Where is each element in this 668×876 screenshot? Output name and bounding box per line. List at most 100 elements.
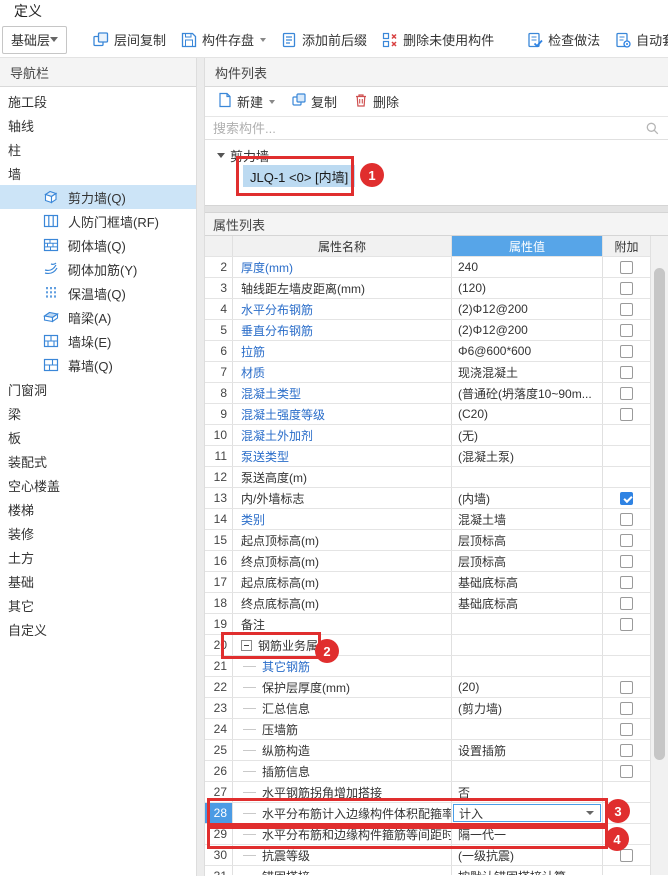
property-row[interactable]: 30 抗震等级 (一级抗震) [205, 845, 650, 866]
value-dropdown[interactable]: 计入 [453, 804, 601, 822]
sidebar-item[interactable]: 轴线 [0, 113, 196, 137]
attach-checkbox[interactable] [620, 554, 633, 568]
property-value-cell[interactable]: (2)Φ12@200 [452, 299, 603, 319]
sidebar-item[interactable]: 梁 [0, 401, 196, 425]
property-value-cell[interactable]: 计入 [452, 803, 603, 823]
sidebar-item[interactable]: 其它 [0, 593, 196, 617]
property-row[interactable]: 20 钢筋业务属性 [205, 635, 650, 656]
property-row[interactable]: 24 压墙筋 [205, 719, 650, 740]
property-value-cell[interactable]: 现浇混凝土 [452, 362, 603, 382]
attach-checkbox[interactable] [620, 533, 633, 547]
property-value-cell[interactable]: (无) [452, 425, 603, 445]
property-value-cell[interactable]: 层顶标高 [452, 530, 603, 550]
property-value-cell[interactable]: (内墙) [452, 488, 603, 508]
collapse-icon[interactable] [241, 639, 252, 651]
property-value-cell[interactable]: (20) [452, 677, 603, 697]
attach-checkbox[interactable] [620, 302, 633, 316]
attach-checkbox[interactable] [620, 701, 633, 715]
sidebar-item[interactable]: 施工段 [0, 89, 196, 113]
property-value-cell[interactable]: 设置插筋 [452, 740, 603, 760]
check-method-button[interactable]: 检查做法 [519, 25, 607, 55]
property-row[interactable]: 29 水平分布筋和边缘构件箍筋等间距时 隔一代一 [205, 824, 650, 845]
tree-group-shear-wall[interactable]: 剪力墙 [217, 146, 269, 165]
property-row[interactable]: 26 插筋信息 [205, 761, 650, 782]
property-value-cell[interactable]: (一级抗震) [452, 845, 603, 865]
attach-checkbox[interactable] [620, 680, 633, 694]
property-row[interactable]: 10 混凝土外加剂 (无) [205, 425, 650, 446]
property-value-cell[interactable]: Φ6@600*600 [452, 341, 603, 361]
sidebar-item[interactable]: 装配式 [0, 449, 196, 473]
auto-scheme-button[interactable]: 自动套方案维护 [607, 25, 668, 55]
property-row[interactable]: 18 终点底标高(m) 基础底标高 [205, 593, 650, 614]
search-input[interactable] [205, 117, 668, 139]
sidebar-item[interactable]: 门窗洞 [0, 377, 196, 401]
property-row[interactable]: 4 水平分布钢筋 (2)Φ12@200 [205, 299, 650, 320]
property-row[interactable]: 28 水平分布筋计入边缘构件体积配箍率 计入 [205, 803, 650, 824]
attach-checkbox[interactable] [620, 407, 633, 421]
property-value-cell[interactable]: (普通砼(坍落度10~90m... [452, 383, 603, 403]
property-value-cell[interactable] [452, 635, 603, 655]
attach-checkbox[interactable] [620, 575, 633, 589]
property-value-cell[interactable]: 基础底标高 [452, 593, 603, 613]
attach-checkbox[interactable] [620, 260, 633, 274]
property-row[interactable]: 19 备注 [205, 614, 650, 635]
sidebar-item[interactable]: 板 [0, 425, 196, 449]
attach-checkbox[interactable] [620, 617, 633, 631]
property-value-cell[interactable]: 按默认锚固搭接计算 [452, 866, 603, 875]
sidebar-item[interactable]: 柱 [0, 137, 196, 161]
property-row[interactable]: 12 泵送高度(m) [205, 467, 650, 488]
property-value-cell[interactable] [452, 467, 603, 487]
attach-checkbox[interactable] [620, 323, 633, 337]
property-row[interactable]: 11 泵送类型 (混凝土泵) [205, 446, 650, 467]
property-row[interactable]: 22 保护层厚度(mm) (20) [205, 677, 650, 698]
sidebar-item[interactable]: 装修 [0, 521, 196, 545]
property-value-cell[interactable]: 基础底标高 [452, 572, 603, 592]
new-component-button[interactable]: 新建 [209, 88, 283, 116]
attach-checkbox[interactable] [620, 764, 633, 778]
attach-checkbox[interactable] [620, 344, 633, 358]
attach-checkbox[interactable] [620, 596, 633, 610]
tree-expand-icon[interactable] [217, 153, 225, 158]
add-prefix-suffix-button[interactable]: 添加前后缀 [273, 25, 374, 55]
sidebar-item[interactable]: 幕墙(Q) [0, 353, 196, 377]
sidebar-item[interactable]: 楼梯 [0, 497, 196, 521]
property-value-cell[interactable]: 层顶标高 [452, 551, 603, 571]
property-value-cell[interactable]: (120) [452, 278, 603, 298]
sidebar-item[interactable]: 保温墙(Q) [0, 281, 196, 305]
property-row[interactable]: 8 混凝土类型 (普通砼(坍落度10~90m... [205, 383, 650, 404]
attach-checkbox[interactable] [620, 512, 633, 526]
attach-checkbox[interactable] [620, 722, 633, 736]
property-value-cell[interactable]: 否 [452, 782, 603, 802]
scrollbar-track[interactable] [650, 236, 668, 875]
attach-checkbox[interactable] [620, 848, 633, 862]
property-row[interactable]: 5 垂直分布钢筋 (2)Φ12@200 [205, 320, 650, 341]
property-row[interactable]: 15 起点顶标高(m) 层顶标高 [205, 530, 650, 551]
attach-checkbox[interactable] [620, 365, 633, 379]
property-row[interactable]: 31 锚固搭接 按默认锚固搭接计算 [205, 866, 650, 875]
sidebar-item[interactable]: 空心楼盖 [0, 473, 196, 497]
sidebar-item[interactable]: 基础 [0, 569, 196, 593]
property-value-cell[interactable]: (C20) [452, 404, 603, 424]
property-row[interactable]: 25 纵筋构造 设置插筋 [205, 740, 650, 761]
sidebar-item[interactable]: 自定义 [0, 617, 196, 641]
horizontal-splitter[interactable] [205, 205, 668, 213]
property-row[interactable]: 16 终点顶标高(m) 层顶标高 [205, 551, 650, 572]
property-row[interactable]: 2 厚度(mm) 240 [205, 257, 650, 278]
property-value-cell[interactable] [452, 761, 603, 781]
sidebar-item[interactable]: 砌体墙(Q) [0, 233, 196, 257]
delete-component-button[interactable]: 删除 [345, 88, 407, 116]
property-value-cell[interactable]: (混凝土泵) [452, 446, 603, 466]
property-value-cell[interactable]: 240 [452, 257, 603, 277]
property-value-cell[interactable] [452, 614, 603, 634]
copy-component-button[interactable]: 复制 [283, 88, 345, 116]
attach-checkbox-checked[interactable] [620, 491, 633, 505]
vertical-splitter[interactable] [196, 58, 205, 876]
sidebar-item[interactable]: 暗梁(A) [0, 305, 196, 329]
property-row[interactable]: 3 轴线距左墙皮距离(mm) (120) [205, 278, 650, 299]
property-row[interactable]: 14 类别 混凝土墙 [205, 509, 650, 530]
attach-checkbox[interactable] [620, 281, 633, 295]
tree-item-jlq1[interactable]: JLQ-1 <0> [内墙] [243, 165, 356, 187]
property-row[interactable]: 27 水平钢筋拐角增加搭接 否 [205, 782, 650, 803]
property-row[interactable]: 17 起点底标高(m) 基础底标高 [205, 572, 650, 593]
sidebar-item[interactable]: 剪力墙(Q) [0, 185, 196, 209]
